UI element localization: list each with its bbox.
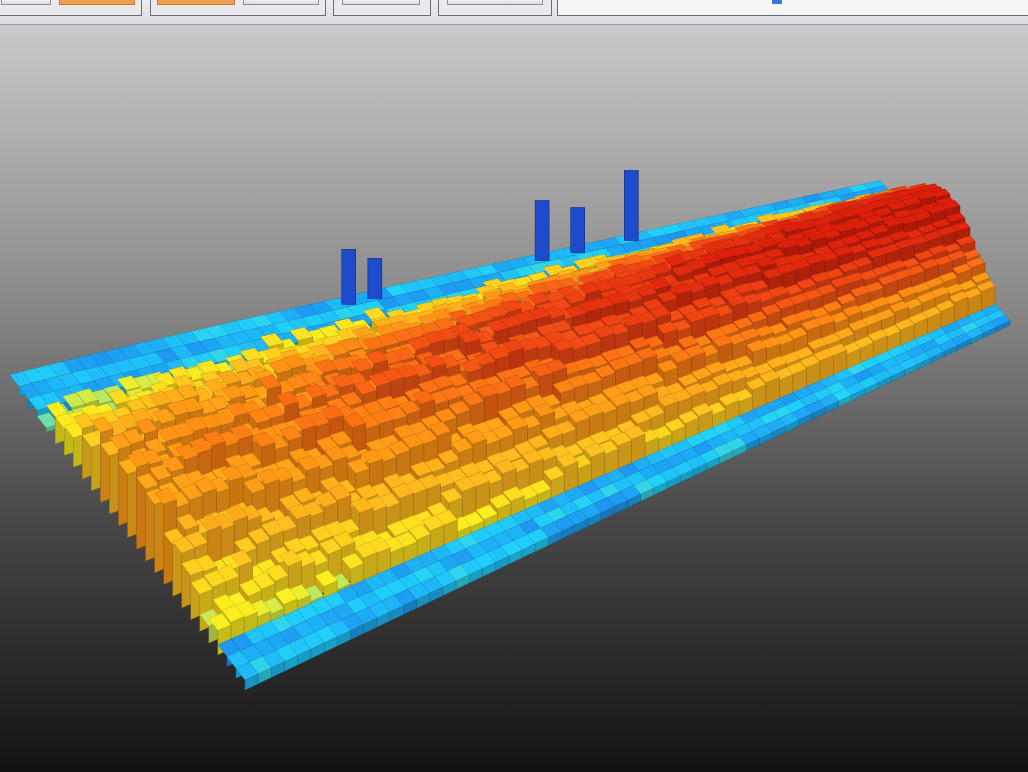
layer-normal-button[interactable]	[243, 0, 319, 5]
voxel-tower	[341, 249, 357, 305]
toolbar-group-tool-b	[438, 0, 552, 16]
voxel-tower	[570, 207, 586, 253]
tool-b-button[interactable]	[447, 0, 543, 5]
text-cursor-icon	[772, 0, 782, 4]
toolbar	[0, 0, 1028, 25]
voxel-tower	[367, 258, 383, 299]
toolbar-group-tool-a	[333, 0, 431, 16]
voxel-terrain-scene[interactable]	[0, 25, 1028, 772]
tool-a-button[interactable]	[342, 0, 420, 5]
color-mode-button[interactable]	[59, 0, 135, 5]
layer-orange-button[interactable]	[157, 0, 235, 5]
view-mode-button[interactable]	[1, 0, 51, 5]
3d-viewport[interactable]	[0, 25, 1028, 772]
voxel-tower	[623, 170, 639, 241]
toolbar-group-view	[0, 0, 142, 16]
toolbar-group-layers	[150, 0, 326, 16]
toolbar-text-field[interactable]	[557, 0, 1028, 16]
voxel-tower	[534, 200, 550, 261]
voxel-viewer-app	[0, 0, 1028, 772]
